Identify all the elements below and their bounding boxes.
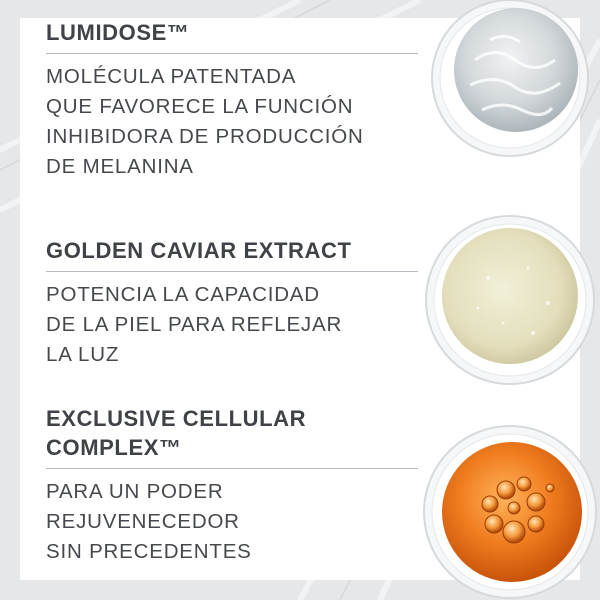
ingredient-description: PARA UN PODER REJUVENECEDOR SIN PRECEDEN… (46, 480, 252, 563)
ingredient-description: POTENCIA LA CAPACIDAD DE LA PIEL PARA RE… (46, 283, 343, 366)
clear-gel-swatch-image (431, 0, 589, 157)
ingredient-lumidose: LUMIDOSE™ MOLÉCULA PATENTADA QUE FAVOREC… (46, 18, 418, 182)
divider (46, 271, 418, 272)
ingredient-description: MOLÉCULA PATENTADA QUE FAVORECE LA FUNCI… (46, 65, 364, 178)
ingredient-title: GOLDEN CAVIAR EXTRACT (46, 238, 352, 263)
divider (46, 53, 418, 54)
golden-gel-swatch-image (425, 215, 595, 385)
divider (46, 468, 418, 469)
ingredient-title: LUMIDOSE™ (46, 20, 190, 45)
ingredient-title: EXCLUSIVE CELLULAR COMPLEX™ (46, 406, 307, 460)
orange-serum-swatch-image (423, 425, 597, 599)
ingredient-cellular-complex: EXCLUSIVE CELLULAR COMPLEX™ PARA UN PODE… (46, 404, 418, 567)
ingredient-golden-caviar: GOLDEN CAVIAR EXTRACT POTENCIA LA CAPACI… (46, 236, 418, 370)
